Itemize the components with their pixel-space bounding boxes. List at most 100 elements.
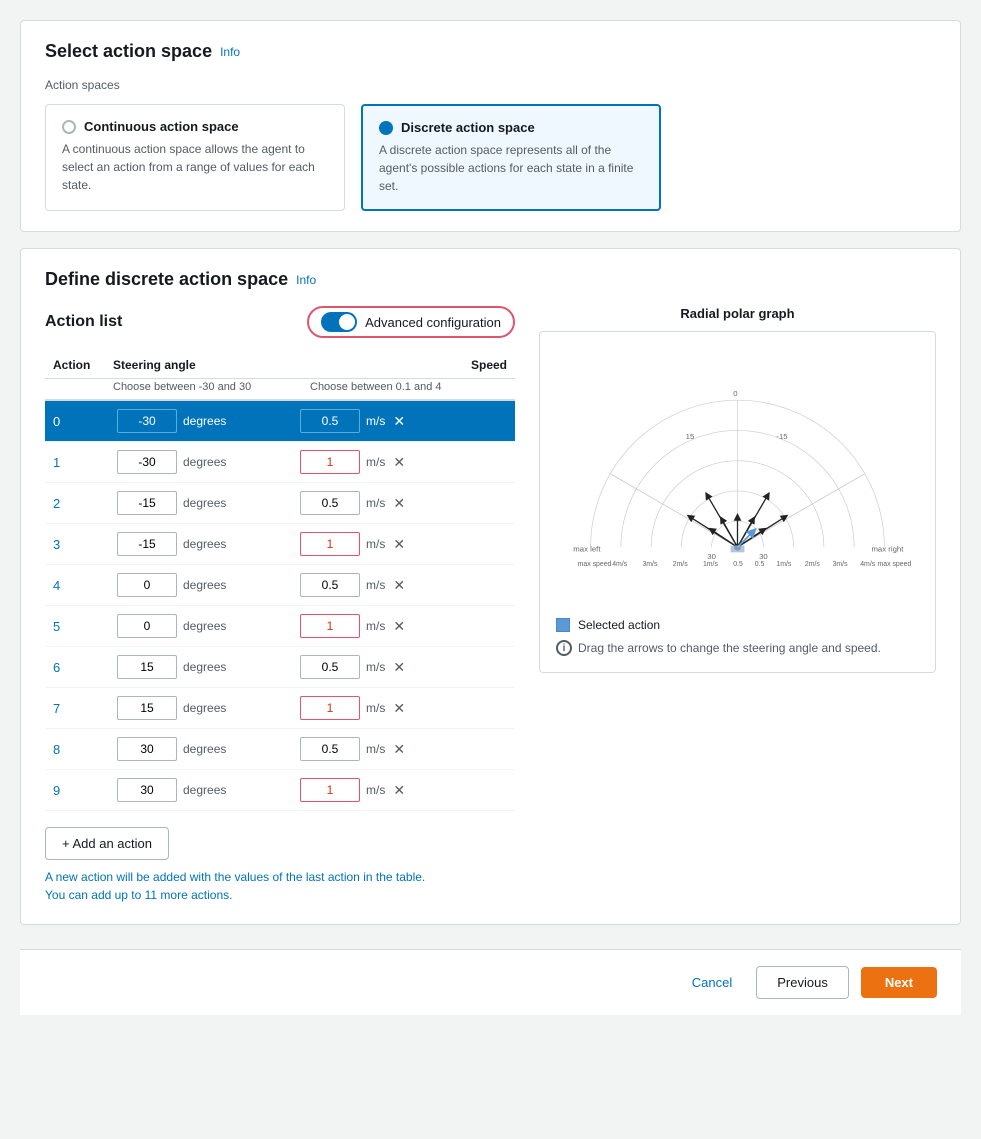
select-action-space-card: Select action space Info Action spaces C… xyxy=(20,20,961,232)
steering-input[interactable] xyxy=(117,409,177,433)
select-action-space-info-link[interactable]: Info xyxy=(220,45,240,59)
add-action-button[interactable]: + Add an action xyxy=(45,827,169,860)
continuous-radio[interactable] xyxy=(62,120,76,134)
table-row[interactable]: 3 degrees m/s ✕ xyxy=(45,524,515,565)
define-title: Define discrete action space xyxy=(45,269,288,290)
advanced-config-toggle-switch[interactable] xyxy=(321,312,357,332)
steering-cell: degrees xyxy=(117,696,296,720)
speed-input[interactable] xyxy=(300,532,360,556)
table-sub-header: Choose between -30 and 30 Choose between… xyxy=(45,379,515,401)
delete-action-button[interactable]: ✕ xyxy=(391,781,407,799)
steering-input[interactable] xyxy=(117,573,177,597)
steering-input[interactable] xyxy=(117,491,177,515)
discrete-radio[interactable] xyxy=(379,121,393,135)
previous-button[interactable]: Previous xyxy=(756,966,849,999)
steering-cell: degrees xyxy=(117,573,296,597)
steering-input[interactable] xyxy=(117,450,177,474)
continuous-title: Continuous action space xyxy=(84,119,239,134)
discrete-desc: A discrete action space represents all o… xyxy=(379,141,643,195)
speed-input[interactable] xyxy=(300,450,360,474)
speed-input[interactable] xyxy=(300,778,360,802)
svg-text:30: 30 xyxy=(707,552,716,561)
speed-cell: m/s ✕ xyxy=(300,655,479,679)
steering-cell: degrees xyxy=(117,450,296,474)
advanced-config-toggle[interactable]: Advanced configuration xyxy=(307,306,515,338)
delete-action-button[interactable]: ✕ xyxy=(391,494,407,512)
col-speed-header: Speed xyxy=(310,358,507,372)
steering-input[interactable] xyxy=(117,737,177,761)
table-row[interactable]: 0 degrees m/s ✕ xyxy=(45,401,515,442)
steering-input[interactable] xyxy=(117,655,177,679)
table-row[interactable]: 4 degrees m/s ✕ xyxy=(45,565,515,606)
table-row[interactable]: 9 degrees m/s ✕ xyxy=(45,770,515,811)
info-icon: i xyxy=(556,640,572,656)
steering-unit: degrees xyxy=(183,619,226,633)
continuous-option[interactable]: Continuous action space A continuous act… xyxy=(45,104,345,211)
delete-action-button[interactable]: ✕ xyxy=(391,617,407,635)
svg-text:3m/s: 3m/s xyxy=(833,561,849,568)
delete-action-button[interactable]: ✕ xyxy=(391,576,407,594)
action-list-panel: Action list Advanced configuration Actio… xyxy=(45,306,515,904)
delete-action-button[interactable]: ✕ xyxy=(391,699,407,717)
steering-input[interactable] xyxy=(117,532,177,556)
steering-input[interactable] xyxy=(117,778,177,802)
steering-unit: degrees xyxy=(183,742,226,756)
speed-cell: m/s ✕ xyxy=(300,737,479,761)
speed-input[interactable] xyxy=(300,655,360,679)
table-row[interactable]: 1 degrees m/s ✕ xyxy=(45,442,515,483)
delete-action-button[interactable]: ✕ xyxy=(391,412,407,430)
table-row[interactable]: 7 degrees m/s ✕ xyxy=(45,688,515,729)
define-info-link[interactable]: Info xyxy=(296,273,316,287)
speed-input[interactable] xyxy=(300,737,360,761)
steering-cell: degrees xyxy=(117,409,296,433)
select-action-space-title: Select action space xyxy=(45,41,212,62)
steering-unit: degrees xyxy=(183,414,226,428)
toggle-knob xyxy=(339,314,355,330)
col-speed-range: Choose between 0.1 and 4 xyxy=(310,381,507,393)
delete-action-button[interactable]: ✕ xyxy=(391,535,407,553)
steering-input[interactable] xyxy=(117,696,177,720)
next-button[interactable]: Next xyxy=(861,967,937,998)
speed-input[interactable] xyxy=(300,614,360,638)
speed-cell: m/s ✕ xyxy=(300,614,479,638)
graph-title: Radial polar graph xyxy=(539,306,936,321)
action-list-header: Action list Advanced configuration xyxy=(45,306,515,338)
svg-text:4m/s: 4m/s xyxy=(860,561,876,568)
graph-container: max left max right 30 30 15 -15 0 max sp… xyxy=(539,331,936,673)
speed-input[interactable] xyxy=(300,491,360,515)
steering-input[interactable] xyxy=(117,614,177,638)
svg-text:max speed: max speed xyxy=(578,561,612,568)
add-action-label: + Add an action xyxy=(62,836,152,851)
speed-input[interactable] xyxy=(300,409,360,433)
speed-unit: m/s xyxy=(366,742,385,756)
drag-note: i Drag the arrows to change the steering… xyxy=(556,640,919,656)
speed-input[interactable] xyxy=(300,573,360,597)
footer: Cancel Previous Next xyxy=(20,949,961,1015)
discrete-option[interactable]: Discrete action space A discrete action … xyxy=(361,104,661,211)
steering-unit: degrees xyxy=(183,578,226,592)
speed-input[interactable] xyxy=(300,696,360,720)
action-rows-container: 0 degrees m/s ✕ 1 degrees m/s ✕ 2 xyxy=(45,401,515,811)
action-id: 4 xyxy=(53,578,113,593)
svg-text:0.5: 0.5 xyxy=(755,561,765,568)
steering-cell: degrees xyxy=(117,532,296,556)
table-row[interactable]: 2 degrees m/s ✕ xyxy=(45,483,515,524)
cancel-button[interactable]: Cancel xyxy=(680,969,744,996)
delete-action-button[interactable]: ✕ xyxy=(391,658,407,676)
steering-unit: degrees xyxy=(183,701,226,715)
delete-action-button[interactable]: ✕ xyxy=(391,740,407,758)
action-id: 0 xyxy=(53,414,113,429)
steering-unit: degrees xyxy=(183,496,226,510)
col-steering-range: Choose between -30 and 30 xyxy=(113,381,310,393)
table-row[interactable]: 6 degrees m/s ✕ xyxy=(45,647,515,688)
speed-unit: m/s xyxy=(366,660,385,674)
svg-text:0: 0 xyxy=(733,389,738,398)
speed-cell: m/s ✕ xyxy=(300,450,479,474)
delete-action-button[interactable]: ✕ xyxy=(391,453,407,471)
steering-unit: degrees xyxy=(183,455,226,469)
speed-cell: m/s ✕ xyxy=(300,778,479,802)
steering-unit: degrees xyxy=(183,660,226,674)
table-row[interactable]: 5 degrees m/s ✕ xyxy=(45,606,515,647)
table-row[interactable]: 8 degrees m/s ✕ xyxy=(45,729,515,770)
speed-unit: m/s xyxy=(366,537,385,551)
